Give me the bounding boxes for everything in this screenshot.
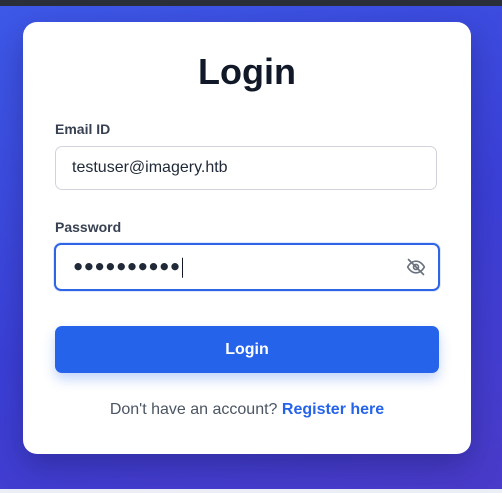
- email-value: testuser@imagery.htb: [72, 159, 228, 176]
- text-caret: [181, 257, 183, 278]
- email-label: Email ID: [55, 121, 111, 137]
- window-top-bar: [0, 0, 502, 6]
- login-button[interactable]: Login: [55, 326, 439, 373]
- email-field[interactable]: testuser@imagery.htb: [55, 146, 437, 190]
- window-bottom-edge: [0, 489, 502, 493]
- page-title: Login: [198, 51, 296, 92]
- register-link[interactable]: Register here: [282, 401, 384, 418]
- password-field[interactable]: ●●●●●●●●●●: [54, 243, 440, 291]
- register-prompt-text: Don't have an account?: [109, 401, 278, 418]
- login-card: Login Email ID testuser@imagery.htb Pass…: [23, 22, 471, 454]
- eye-slash-icon[interactable]: [406, 257, 426, 277]
- register-prompt: Don't have an account? Register here: [23, 401, 471, 419]
- password-label: Password: [55, 219, 122, 235]
- password-value-container: ●●●●●●●●●●: [73, 257, 183, 278]
- password-masked-value: ●●●●●●●●●●: [73, 256, 181, 276]
